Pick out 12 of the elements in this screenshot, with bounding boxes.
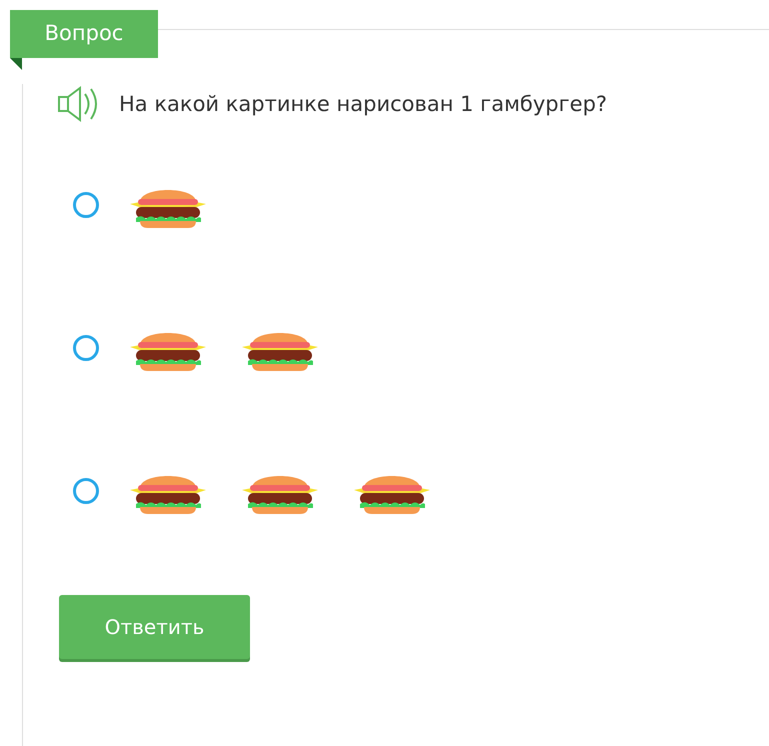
- answer-button[interactable]: Ответить: [59, 595, 250, 659]
- burger-icon: [130, 190, 206, 228]
- radio-button[interactable]: [73, 478, 99, 504]
- radio-button[interactable]: [73, 192, 99, 218]
- burger-icon: [242, 476, 318, 514]
- question-text: На какой картинке нарисован 1 гамбургер?: [119, 92, 608, 116]
- tab-fold-icon: [10, 58, 22, 70]
- burger-icon: [130, 476, 206, 514]
- burger-icon: [242, 333, 318, 371]
- burger-icon: [354, 476, 430, 514]
- radio-button[interactable]: [73, 335, 99, 361]
- burger-icon: [130, 333, 206, 371]
